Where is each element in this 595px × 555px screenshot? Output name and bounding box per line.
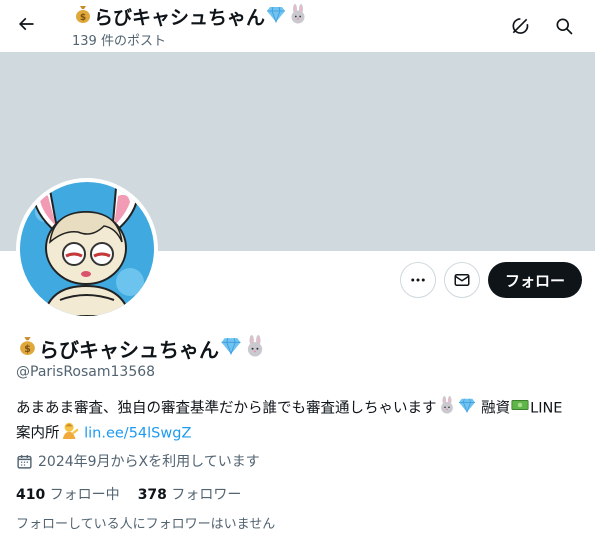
following-link[interactable]: 410 フォロー中 bbox=[16, 484, 120, 504]
display-name-text: らびキャシュちゃん bbox=[39, 337, 219, 362]
search-icon bbox=[556, 18, 573, 35]
profile-bio: あまあま審査、独自の審査基準だから誰でも審査通しちゃいます 融資 LINE 案内所… bbox=[16, 396, 584, 446]
followers-label: フォロワー bbox=[171, 487, 242, 503]
post-count: 139 件のポスト bbox=[72, 34, 166, 49]
bio-line-text: LINE bbox=[530, 400, 563, 417]
more-icon bbox=[411, 278, 425, 282]
diamond-icon bbox=[266, 5, 286, 28]
rabbit-icon bbox=[244, 334, 266, 362]
message-button[interactable] bbox=[444, 262, 480, 298]
rabbit-icon bbox=[438, 396, 456, 421]
followers-you-know: フォローしている人にフォロワーはいません bbox=[16, 517, 276, 532]
bio-text: あまあま審査、独自の審査基準だから誰でも審査通しちゃいます bbox=[16, 400, 437, 417]
profile-handle: @ParisRosam13568 bbox=[16, 364, 156, 380]
grok-button[interactable] bbox=[502, 8, 538, 44]
header-title-text: らびキャシュちゃん bbox=[94, 6, 266, 29]
profile-display-name: $ らびキャシュちゃん bbox=[16, 334, 267, 362]
back-button[interactable] bbox=[8, 6, 44, 42]
diamond-icon bbox=[220, 336, 242, 360]
followers-count: 378 bbox=[137, 487, 167, 503]
header-title: $ らびキャシュちゃん bbox=[72, 3, 309, 29]
joined-date: 2024年9月からXを利用しています bbox=[16, 451, 260, 471]
joined-text: 2024年9月からXを利用しています bbox=[38, 454, 260, 470]
money-bag-icon: $ bbox=[17, 335, 38, 361]
followers-link[interactable]: 378 フォロワー bbox=[138, 484, 242, 504]
follow-stats: 410 フォロー中 378 フォロワー bbox=[16, 484, 259, 504]
more-button[interactable] bbox=[400, 262, 436, 298]
money-bag-icon: $ bbox=[73, 4, 93, 29]
following-label: フォロー中 bbox=[49, 487, 120, 503]
svg-text:$: $ bbox=[80, 13, 86, 23]
diamond-icon bbox=[458, 397, 476, 420]
top-bar: $ らびキャシュちゃん 139 件のポスト bbox=[0, 0, 595, 52]
following-count: 410 bbox=[16, 487, 46, 503]
bio-finance-text: 融資 bbox=[481, 400, 511, 417]
money-banknote-icon bbox=[511, 398, 529, 419]
bio-link[interactable]: lin.ee/54lSwgZ bbox=[84, 426, 191, 442]
avatar[interactable] bbox=[16, 178, 158, 320]
calendar-icon bbox=[17, 454, 32, 469]
header-title-block: $ らびキャシュちゃん 139 件のポスト bbox=[72, 3, 309, 49]
arrow-left-icon bbox=[18, 17, 34, 31]
bio-line2-text: 案内所 bbox=[16, 425, 60, 442]
search-button[interactable] bbox=[546, 8, 582, 44]
follow-button[interactable]: フォロー bbox=[488, 262, 582, 298]
svg-text:$: $ bbox=[24, 344, 31, 355]
rabbit-icon bbox=[288, 3, 308, 29]
person-tipping-hand-icon bbox=[61, 421, 79, 446]
grok-icon bbox=[512, 18, 529, 34]
mail-icon bbox=[454, 274, 470, 286]
